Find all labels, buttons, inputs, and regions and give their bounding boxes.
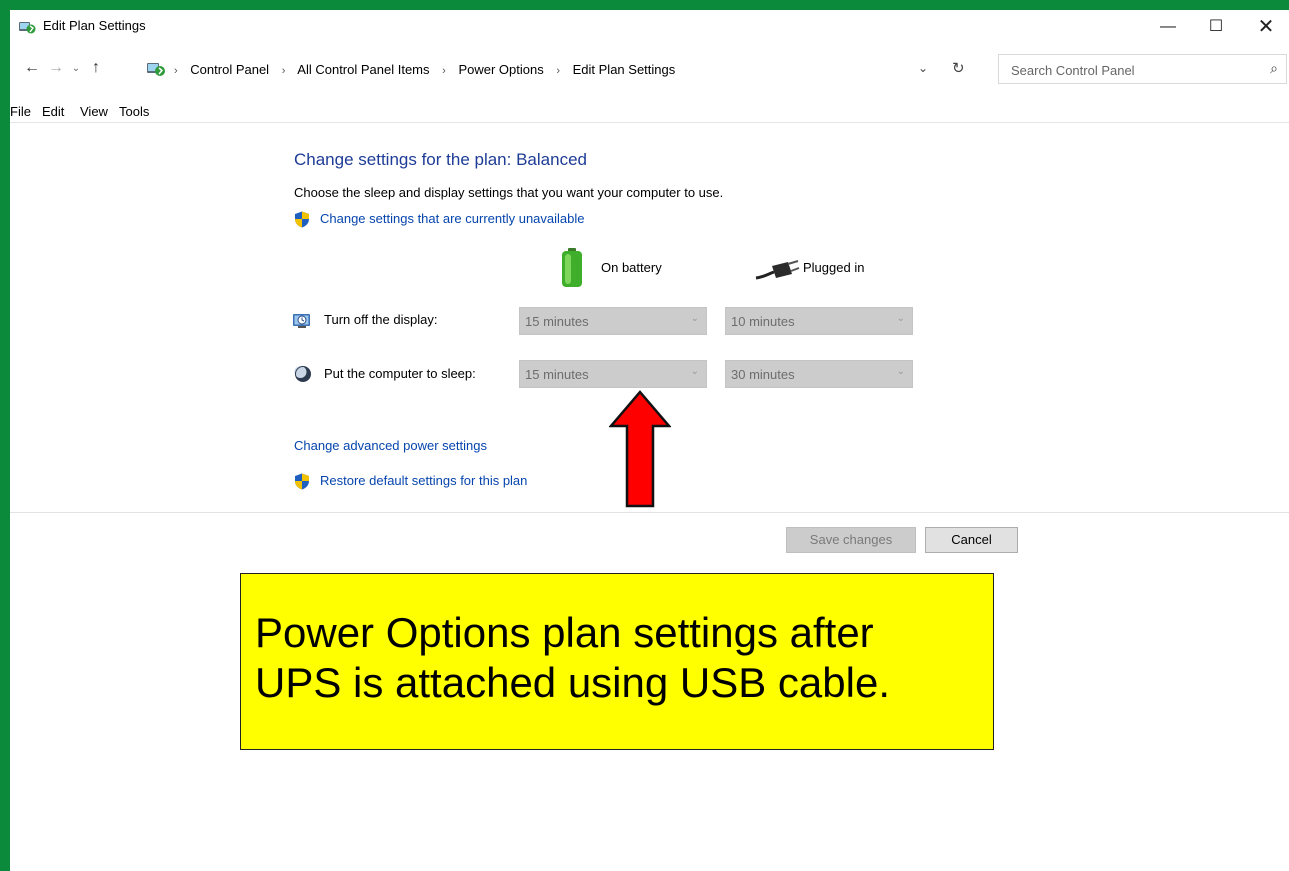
battery-icon (562, 248, 582, 287)
up-arrow-icon[interactable]: ↑ (86, 59, 106, 77)
menu-view[interactable]: View (80, 104, 108, 119)
sleep-on-battery-select[interactable]: 15 minutes ⌄ (519, 360, 707, 388)
page-title: Change settings for the plan: Balanced (294, 150, 587, 169)
chevron-down-icon: ⌄ (896, 366, 905, 377)
menu-divider (10, 122, 1289, 123)
chevron-down-icon: ⌄ (690, 366, 699, 377)
plug-icon (755, 260, 800, 280)
display-plugged-in-select[interactable]: 10 minutes ⌄ (725, 307, 913, 335)
display-on-battery-select[interactable]: 15 minutes ⌄ (519, 307, 707, 335)
footer-divider (10, 512, 1289, 513)
put-computer-to-sleep-label: Put the computer to sleep: (324, 366, 476, 381)
maximize-button[interactable]: ☐ (1193, 10, 1239, 44)
change-unavailable-settings-link[interactable]: Change settings that are currently unava… (320, 211, 585, 226)
window-title: Edit Plan Settings (43, 18, 146, 33)
turn-off-display-label: Turn off the display: (324, 312, 438, 327)
select-value: 15 minutes (525, 367, 589, 382)
power-options-icon (147, 63, 165, 76)
annotation-callout: Power Options plan settings after UPS is… (240, 573, 994, 750)
restore-default-settings-link[interactable]: Restore default settings for this plan (320, 473, 527, 488)
power-options-icon (19, 22, 36, 34)
callout-line-1: Power Options plan settings after (255, 609, 874, 656)
sleep-plugged-in-select[interactable]: 30 minutes ⌄ (725, 360, 913, 388)
address-bar-row: ← → ⌄ ↑ › Control Panel › All Control Pa… (10, 50, 1289, 88)
forward-arrow-icon[interactable]: → (46, 59, 66, 77)
chevron-down-icon: ⌄ (690, 313, 699, 324)
red-up-arrow-icon (609, 390, 671, 508)
select-value: 15 minutes (525, 314, 589, 329)
edit-plan-settings-window: Edit Plan Settings — ☐ ✕ ← → ⌄ ↑ › Contr… (10, 10, 1289, 871)
title-bar: Edit Plan Settings — ☐ ✕ (10, 10, 1289, 44)
menu-tools[interactable]: Tools (119, 104, 149, 119)
plugged-in-label: Plugged in (803, 260, 865, 275)
minimize-button[interactable]: — (1145, 10, 1191, 44)
close-button[interactable]: ✕ (1243, 10, 1289, 44)
cancel-button[interactable]: Cancel (925, 527, 1018, 553)
breadcrumb-separator: › (174, 65, 178, 77)
uac-shield-icon (295, 211, 309, 228)
save-changes-button[interactable]: Save changes (786, 527, 916, 553)
page-description: Choose the sleep and display settings th… (294, 185, 724, 200)
menu-edit[interactable]: Edit (42, 104, 64, 119)
breadcrumb-separator: › (281, 65, 286, 77)
callout-text: Power Options plan settings after UPS is… (255, 608, 890, 708)
callout-line-2: UPS is attached using USB cable. (255, 659, 891, 706)
change-advanced-power-settings-link[interactable]: Change advanced power settings (294, 438, 487, 453)
breadcrumb-separator: › (442, 65, 446, 77)
refresh-icon[interactable]: ↻ (952, 59, 965, 77)
back-arrow-icon[interactable]: ← (22, 59, 42, 77)
breadcrumb-all-items[interactable]: All Control Panel Items (297, 62, 429, 77)
breadcrumb-edit-plan-settings[interactable]: Edit Plan Settings (573, 62, 676, 77)
search-icon[interactable]: ⌕ (1270, 60, 1278, 77)
recent-locations-chevron-icon[interactable]: ⌄ (66, 63, 86, 74)
select-value: 10 minutes (731, 314, 795, 329)
sleep-moon-icon (294, 366, 311, 382)
breadcrumb-control-panel[interactable]: Control Panel (190, 62, 269, 77)
breadcrumb: › Control Panel › All Control Panel Item… (174, 62, 675, 77)
chevron-down-icon: ⌄ (896, 313, 905, 324)
on-battery-label: On battery (601, 260, 662, 275)
breadcrumb-power-options[interactable]: Power Options (458, 62, 543, 77)
search-input[interactable] (1009, 60, 1243, 80)
search-box[interactable]: ⌕ (998, 54, 1287, 84)
breadcrumb-separator: › (556, 65, 560, 77)
address-dropdown-icon[interactable]: ⌄ (918, 61, 928, 75)
menu-file[interactable]: File (10, 104, 31, 119)
uac-shield-icon (295, 473, 309, 490)
display-timer-icon (293, 314, 310, 328)
select-value: 30 minutes (731, 367, 795, 382)
